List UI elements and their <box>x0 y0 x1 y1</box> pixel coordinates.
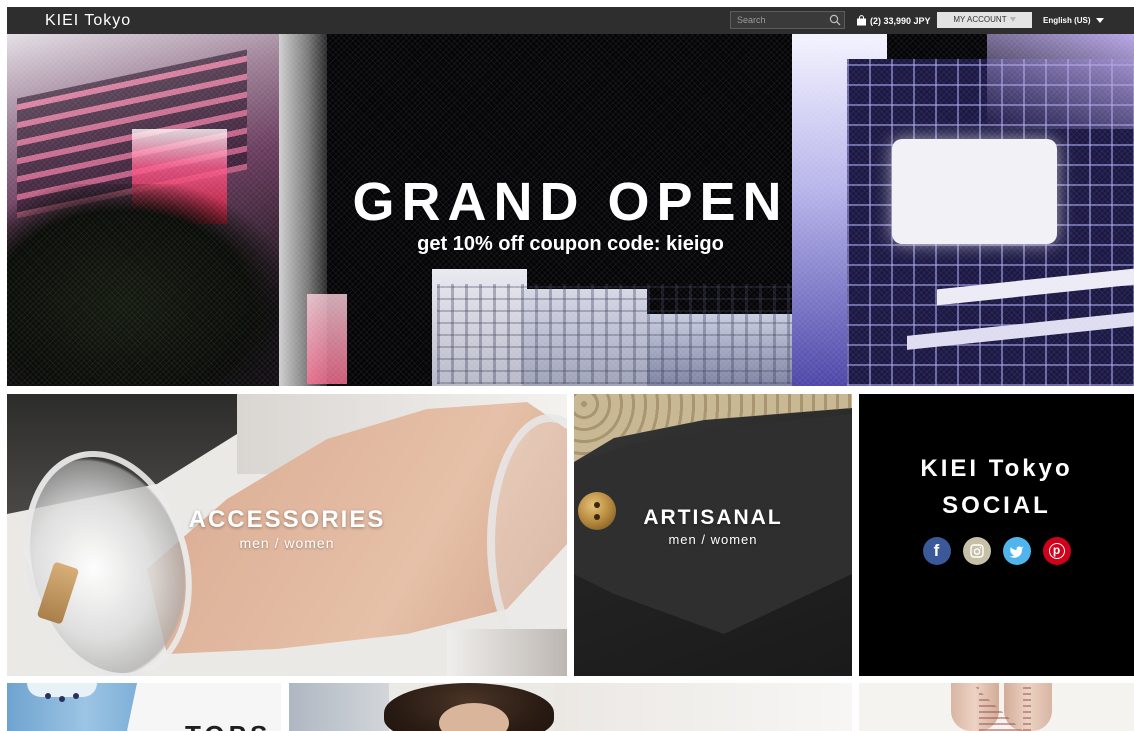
category-title-tops: TOPS <box>185 720 271 731</box>
category-subtitle-accessories: men / women <box>239 535 335 551</box>
social-icons-row: f p <box>859 537 1134 565</box>
category-tile-artisanal[interactable]: ARTISANAL men / women <box>574 394 852 676</box>
hero-title: GRAND OPEN <box>352 172 789 232</box>
category-subtitle-artisanal: men / women <box>668 532 758 547</box>
language-label: English (US) <box>1043 16 1091 25</box>
tops-image-bead-3 <box>73 693 79 699</box>
shopping-bag-icon <box>857 15 866 26</box>
twitter-icon[interactable] <box>1002 537 1031 565</box>
my-account-label: MY ACCOUNT <box>953 15 1007 24</box>
category-tile-feature[interactable] <box>289 683 852 731</box>
tops-image-bead-2 <box>59 696 65 702</box>
category-tile-legwear[interactable] <box>859 683 1134 731</box>
instagram-icon[interactable] <box>962 537 991 565</box>
accessories-image-dark-corner <box>447 629 567 676</box>
category-tile-accessories[interactable]: ACCESSORIES men / women <box>7 394 567 676</box>
category-title-accessories: ACCESSORIES <box>188 506 386 533</box>
feature-image-light <box>554 683 852 731</box>
tops-image-collar <box>27 683 97 697</box>
facebook-icon[interactable]: f <box>922 537 951 565</box>
cart-link[interactable]: (2) 33,990 JPY <box>856 7 931 34</box>
pinterest-glyph: p <box>1048 543 1065 559</box>
category-title-artisanal: ARTISANAL <box>643 506 783 529</box>
top-navigation-bar: KIEI Tokyo (2) 33,990 JPY MY ACCOUNT Eng… <box>7 7 1134 34</box>
tops-image-bead-1 <box>45 693 51 699</box>
chevron-down-icon <box>1009 17 1016 23</box>
feature-image-wall <box>289 683 389 731</box>
cart-summary: (2) 33,990 JPY <box>870 15 931 26</box>
site-logo[interactable]: KIEI Tokyo <box>45 7 131 34</box>
camera-icon <box>969 544 984 558</box>
category-tile-tops[interactable]: TOPS <box>7 683 281 731</box>
pinterest-icon[interactable]: p <box>1042 537 1071 565</box>
social-tile: KIEI Tokyo SOCIAL f p <box>859 394 1134 676</box>
social-title-label: SOCIAL <box>942 492 1051 519</box>
language-selector[interactable]: English (US) <box>1043 7 1104 34</box>
search-box[interactable] <box>730 11 845 29</box>
facebook-glyph: f <box>933 541 940 560</box>
chevron-down-icon <box>1095 18 1104 24</box>
search-input[interactable] <box>731 12 833 28</box>
my-account-button[interactable]: MY ACCOUNT <box>937 12 1032 28</box>
hero-banner[interactable]: GRAND OPEN get 10% off coupon code: kiei… <box>7 34 1134 386</box>
hero-coupon-text: get 10% off coupon code: kieigo <box>417 233 724 255</box>
bird-icon <box>1009 545 1024 558</box>
social-title-brand: KIEI Tokyo <box>920 455 1073 482</box>
search-icon[interactable] <box>829 14 841 26</box>
